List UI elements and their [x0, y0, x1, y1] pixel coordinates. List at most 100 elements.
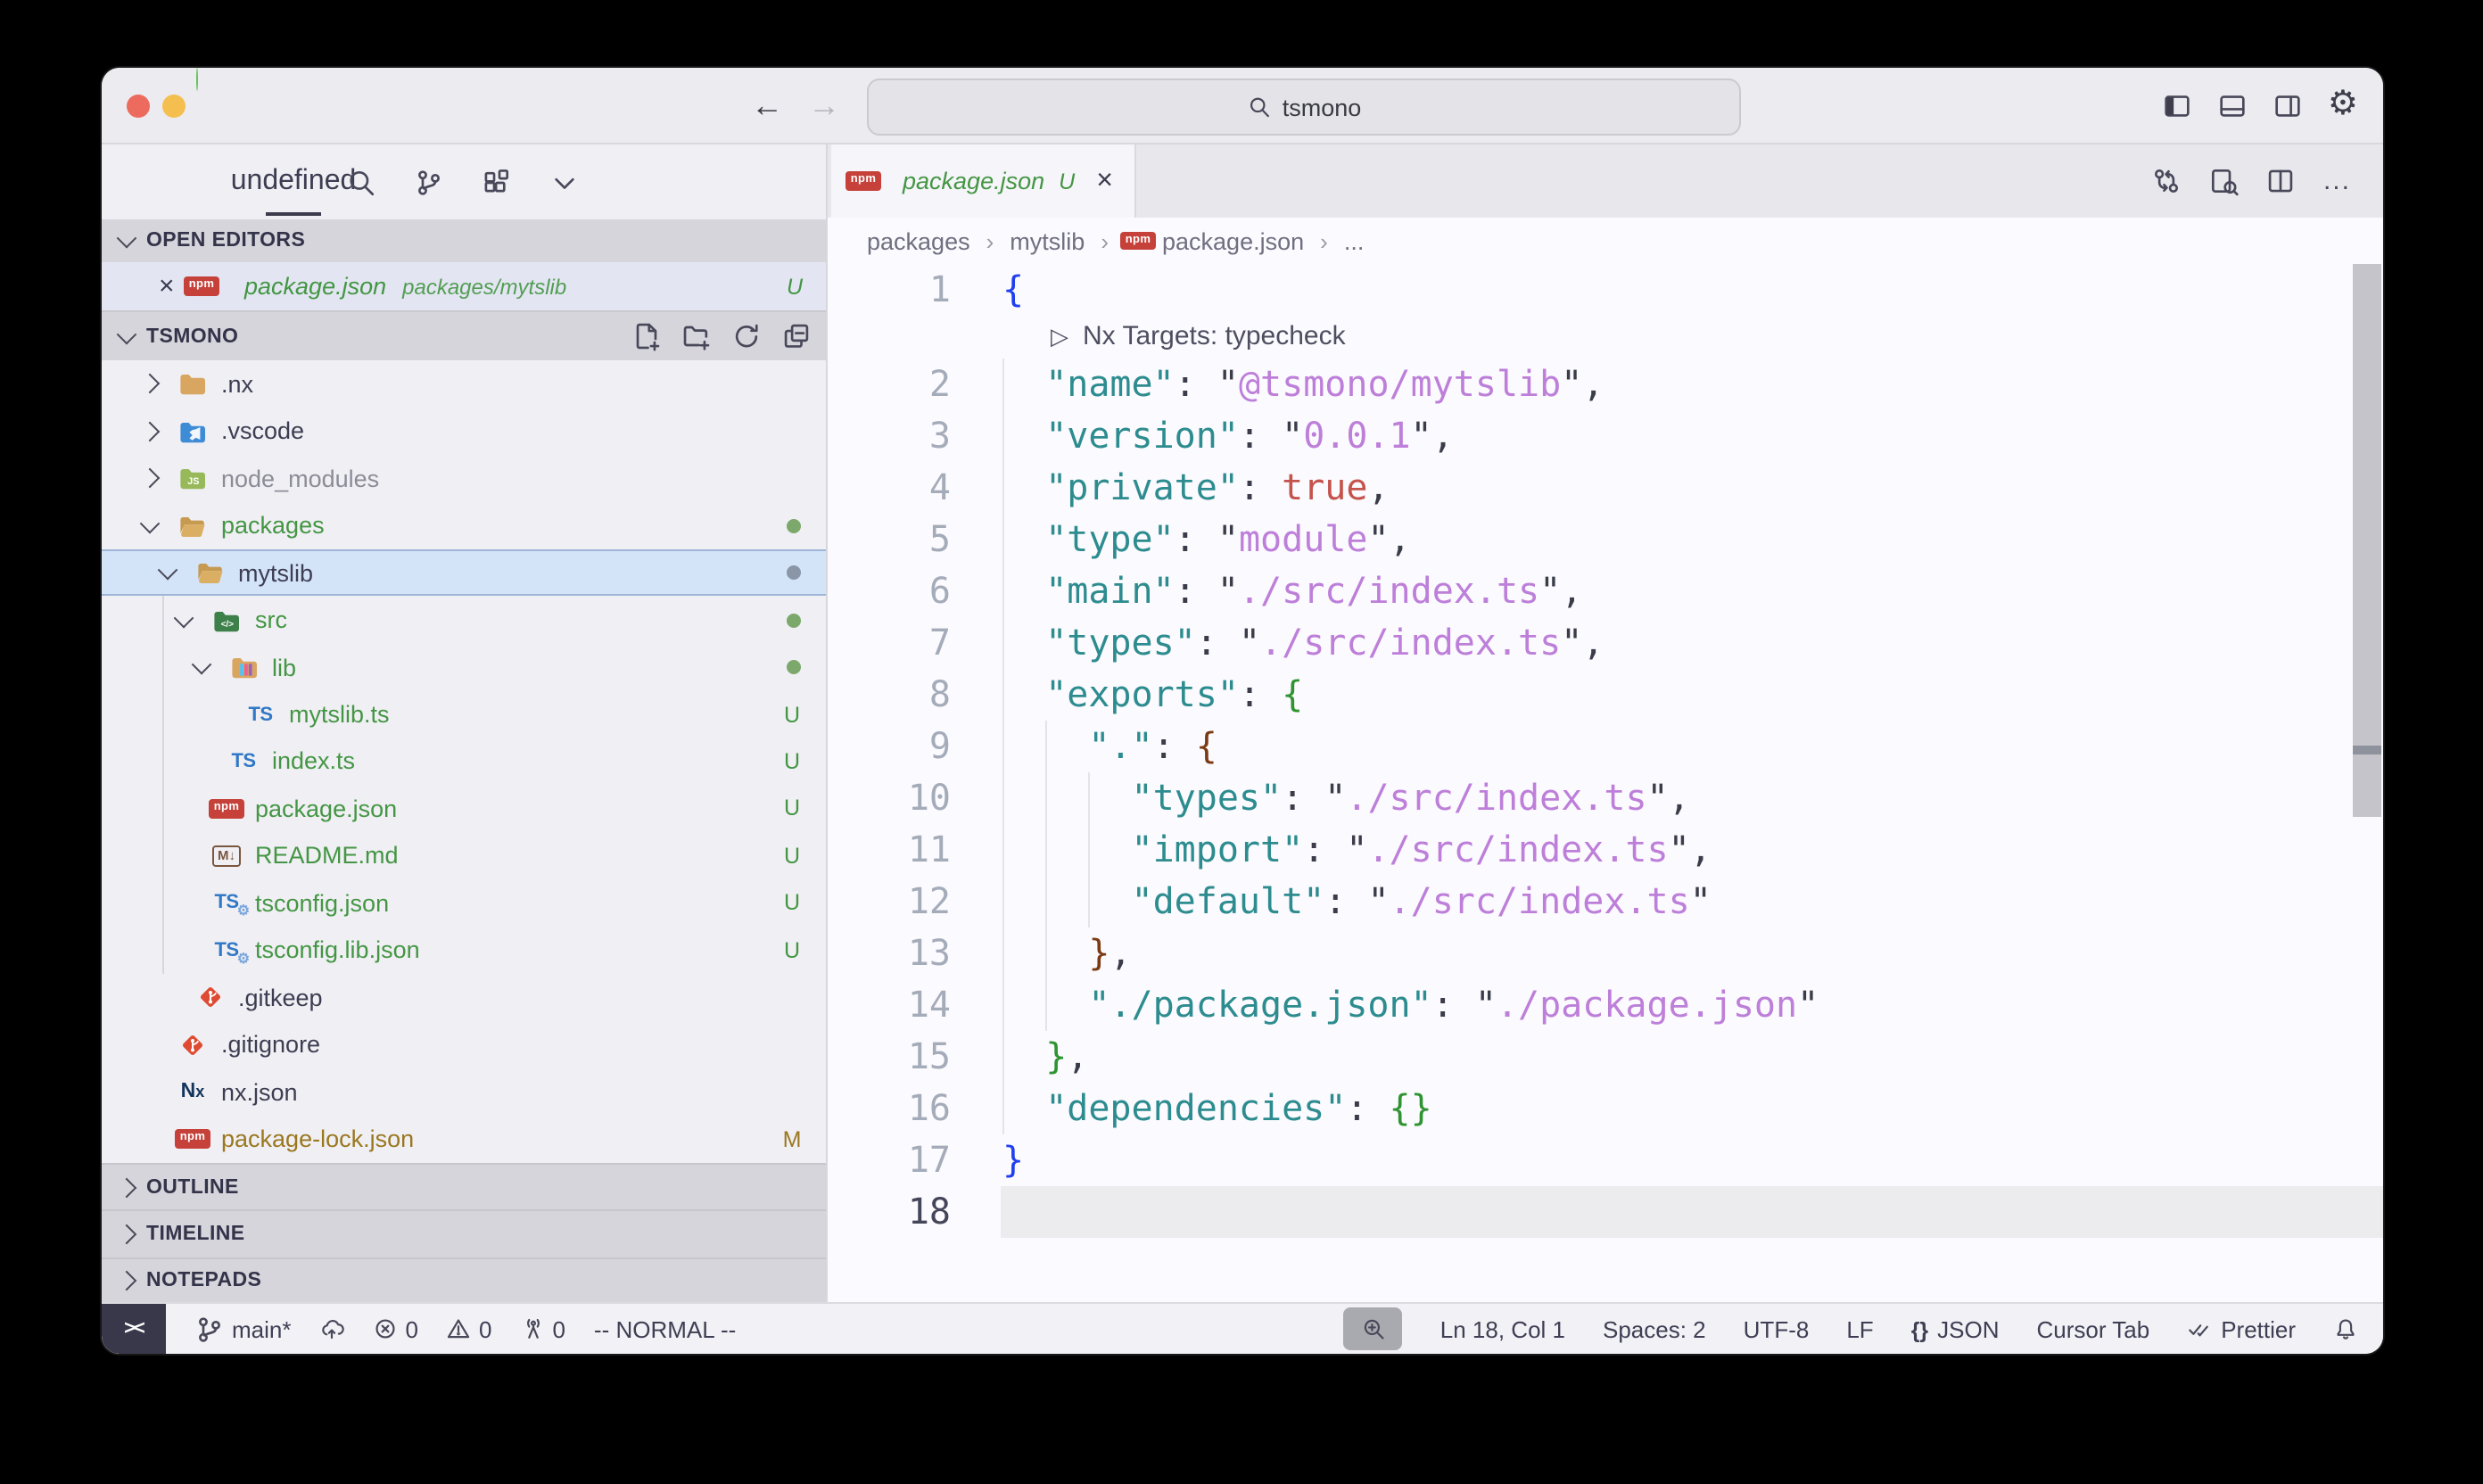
open-preview-icon[interactable] [2209, 166, 2240, 196]
code-line-10[interactable]: 10 "types": "./src/index.ts", [828, 772, 2383, 824]
npm-icon: npm [186, 272, 218, 301]
explorer-section-header[interactable]: TSMONO [102, 310, 826, 360]
code-line-1[interactable]: 1{ [828, 264, 2383, 316]
panel-notepads[interactable]: NOTEPADS [102, 1257, 826, 1304]
layout-sidebar-right-icon[interactable] [2273, 90, 2303, 120]
new-file-icon[interactable] [631, 321, 662, 351]
code-line-2[interactable]: 2 "name": "@tsmono/mytslib", [828, 359, 2383, 410]
breadcrumb-item[interactable]: npmpackage.json [1125, 227, 1304, 255]
status-branch[interactable]: main* [194, 1314, 292, 1344]
layout-panel-bottom-icon[interactable] [2217, 90, 2248, 120]
tree-item-nx.json[interactable]: Nxnx.json [102, 1068, 826, 1116]
tree-item-mytslib[interactable]: mytslib [102, 549, 826, 597]
status-sync[interactable] [320, 1316, 345, 1341]
code-line-12[interactable]: 12 "default": "./src/index.ts" [828, 876, 2383, 928]
code-line-9[interactable]: 9 ".": { [828, 721, 2383, 772]
open-editor-item[interactable]: ×npmpackage.jsonpackages/mytslibU [102, 262, 826, 310]
tree-item-.vscode[interactable]: .vscode [102, 408, 826, 455]
tree-item-label: package.json [255, 796, 397, 822]
tree-item-.gitignore[interactable]: .gitignore [102, 1021, 826, 1068]
close-icon[interactable]: × [159, 271, 186, 301]
open-changes-icon[interactable] [2152, 166, 2182, 196]
open-editors-header[interactable]: OPEN EDITORS [102, 219, 826, 262]
tree-item-package-lock.json[interactable]: npmpackage-lock.jsonM [102, 1116, 826, 1163]
activity-explorer-icon[interactable]: undefined [273, 161, 314, 202]
tree-item-package.json[interactable]: npmpackage.jsonU [102, 785, 826, 832]
code-line-7[interactable]: 7 "types": "./src/index.ts", [828, 617, 2383, 669]
codelens-nx-targets[interactable]: ▷Nx Targets: typecheck [828, 316, 2383, 359]
breadcrumb-item[interactable]: mytslib [1010, 227, 1085, 254]
breadcrumb-item[interactable]: ... [1344, 227, 1365, 254]
markdown-icon: M↓ [210, 842, 243, 870]
status-encoding[interactable]: UTF-8 [1744, 1315, 1810, 1342]
code-line-5[interactable]: 5 "type": "module", [828, 514, 2383, 565]
folder-lib-icon [227, 653, 260, 681]
settings-gear-icon[interactable]: ⚙ [2328, 87, 2358, 123]
status-vim-mode[interactable]: -- NORMAL -- [594, 1315, 736, 1342]
code-line-4[interactable]: 4 "private": true, [828, 462, 2383, 514]
status-language[interactable]: {}JSON [1911, 1315, 2000, 1342]
tree-item-mytslib.ts[interactable]: TSmytslib.tsU [102, 691, 826, 738]
close-tab-icon[interactable]: × [1096, 165, 1113, 197]
status-errors[interactable]: 0 [374, 1315, 418, 1342]
activity-source-control-icon[interactable] [408, 161, 450, 202]
code-line-13[interactable]: 13 }, [828, 928, 2383, 979]
status-warnings[interactable]: 0 [447, 1315, 491, 1342]
panel-outline[interactable]: OUTLINE [102, 1163, 826, 1210]
status-formatter[interactable]: Prettier [2187, 1315, 2296, 1342]
tree-item-.gitkeep[interactable]: .gitkeep [102, 974, 826, 1021]
workbench: undefined OPEN EDITORS ×npmpackage.jsonp… [102, 144, 2383, 1302]
close-window-button[interactable] [127, 95, 150, 118]
folder-open-tan-icon [194, 558, 226, 587]
tree-item-index.ts[interactable]: TSindex.tsU [102, 738, 826, 786]
code-editor[interactable]: 1{▷Nx Targets: typecheck2 "name": "@tsmo… [828, 264, 2383, 1302]
code-line-17[interactable]: 17} [828, 1134, 2383, 1186]
refresh-icon[interactable] [731, 321, 762, 351]
new-folder-icon[interactable] [681, 321, 712, 351]
split-editor-icon[interactable] [2266, 166, 2297, 196]
tree-item-.nx[interactable]: .nx [102, 360, 826, 408]
status-cursor-position[interactable]: Ln 18, Col 1 [1440, 1315, 1565, 1342]
command-center-search[interactable]: tsmono [867, 78, 1741, 136]
activity-more-icon[interactable] [544, 161, 585, 202]
tree-item-label: mytslib [238, 559, 313, 586]
activity-extensions-icon[interactable] [476, 161, 517, 202]
code-line-6[interactable]: 6 "main": "./src/index.ts", [828, 565, 2383, 617]
code-line-16[interactable]: 16 "dependencies": {} [828, 1083, 2383, 1134]
tree-item-tsconfig.lib.json[interactable]: TS⚙tsconfig.lib.jsonU [102, 927, 826, 974]
chevron-down-icon [117, 324, 137, 344]
navigate-forward-button[interactable]: → [804, 82, 844, 128]
tree-item-node_modules[interactable]: JSnode_modules [102, 455, 826, 502]
status-notifications[interactable] [2333, 1316, 2358, 1341]
remote-indicator[interactable]: >< [102, 1304, 166, 1354]
breadcrumb-item[interactable]: packages [867, 227, 970, 254]
code-line-8[interactable]: 8 "exports": { [828, 669, 2383, 721]
code-line-14[interactable]: 14 "./package.json": "./package.json" [828, 979, 2383, 1031]
collapse-all-icon[interactable] [781, 321, 812, 351]
navigate-back-button[interactable]: ← [747, 82, 787, 128]
tree-item-tsconfig.json[interactable]: TS⚙tsconfig.jsonU [102, 879, 826, 927]
status-eol[interactable]: LF [1846, 1315, 1873, 1342]
layout-sidebar-left-icon[interactable] [2162, 90, 2192, 120]
minimize-window-button[interactable] [162, 95, 186, 118]
tab-package-json[interactable]: npm package.json U × [831, 144, 1136, 218]
code-line-3[interactable]: 3 "version": "0.0.1", [828, 410, 2383, 462]
status-indentation[interactable]: Spaces: 2 [1603, 1315, 1706, 1342]
code-line-15[interactable]: 15 }, [828, 1031, 2383, 1083]
code-line-18[interactable]: 18 [828, 1186, 2383, 1238]
tree-item-lib[interactable]: lib [102, 644, 826, 691]
git-status-badge: U [780, 702, 804, 727]
zoom-window-button[interactable] [196, 68, 198, 91]
npm-icon: npm [847, 167, 879, 195]
activity-search-icon[interactable] [341, 161, 382, 202]
code-line-11[interactable]: 11 "import": "./src/index.ts", [828, 824, 2383, 876]
status-cursor-tab[interactable]: Cursor Tab [2037, 1315, 2150, 1342]
tree-item-README.md[interactable]: M↓README.mdU [102, 832, 826, 879]
more-actions-icon[interactable]: ... [2323, 165, 2351, 197]
scrollbar-thumb[interactable] [2353, 264, 2381, 817]
status-ports[interactable]: 0 [520, 1315, 565, 1342]
tree-item-src[interactable]: </>src [102, 597, 826, 644]
tree-item-packages[interactable]: packages [102, 502, 826, 549]
panel-timeline[interactable]: TIMELINE [102, 1210, 826, 1257]
status-zoom-indicator[interactable] [1344, 1307, 1403, 1350]
